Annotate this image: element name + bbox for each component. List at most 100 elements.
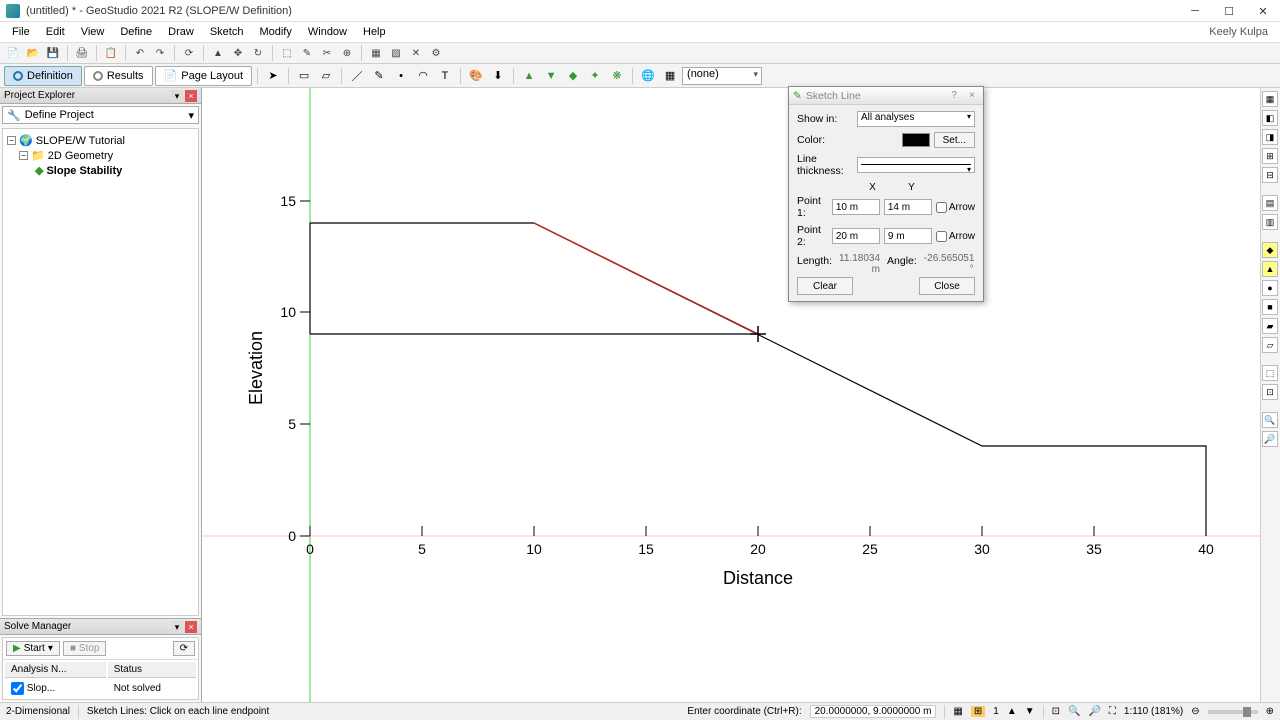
sketch-line-dialog[interactable]: ✎ Sketch Line ? × Show in: All analyses … <box>788 86 984 302</box>
menu-modify[interactable]: Modify <box>251 24 299 40</box>
rt-6-icon[interactable]: ▤ <box>1262 195 1278 211</box>
menu-draw[interactable]: Draw <box>160 24 202 40</box>
tool-f-icon[interactable]: ▨ <box>387 44 405 62</box>
tab-definition[interactable]: Definition <box>4 66 82 86</box>
set-color-button[interactable]: Set... <box>934 132 975 148</box>
point-tool-icon[interactable]: • <box>391 66 411 86</box>
tool-e-icon[interactable]: ▦ <box>367 44 385 62</box>
point1-arrow-check[interactable]: Arrow <box>936 202 975 213</box>
pin-icon[interactable]: ▾ <box>171 90 183 102</box>
rt-7-icon[interactable]: ▥ <box>1262 214 1278 230</box>
text-tool-icon[interactable]: T <box>435 66 455 86</box>
zoom-slider[interactable] <box>1208 710 1258 714</box>
line-tool-icon[interactable]: ／ <box>347 66 367 86</box>
green4-icon[interactable]: ✦ <box>585 66 605 86</box>
rt-13-icon[interactable]: ▱ <box>1262 337 1278 353</box>
refresh-solve-icon[interactable]: ⟳ <box>173 641 195 656</box>
show-in-select[interactable]: All analyses <box>857 111 975 127</box>
tree-geometry[interactable]: −📁 2D Geometry <box>7 148 194 163</box>
green5-icon[interactable]: ❋ <box>607 66 627 86</box>
pin-icon[interactable]: ▾ <box>171 621 183 633</box>
point2-x-input[interactable] <box>832 228 880 244</box>
green1-icon[interactable]: ▲ <box>519 66 539 86</box>
bc-tool-icon[interactable]: ⬇ <box>488 66 508 86</box>
point2-arrow-check[interactable]: Arrow <box>936 231 975 242</box>
zoom-in-icon[interactable]: 🔍 <box>1068 706 1080 717</box>
rt-8-icon[interactable]: ◆ <box>1262 242 1278 258</box>
rt-14-icon[interactable]: ⬚ <box>1262 365 1278 381</box>
menu-edit[interactable]: Edit <box>38 24 73 40</box>
maximize-button[interactable]: ☐ <box>1212 0 1246 22</box>
globe-icon[interactable]: 🌐 <box>638 66 658 86</box>
point2-y-input[interactable] <box>884 228 932 244</box>
drawing-canvas[interactable]: 0 5 10 15 Elevation 0 5 10 15 20 25 30 3… <box>202 88 1260 702</box>
print-icon[interactable]: 🖨 <box>73 44 91 62</box>
zoom-fit-icon[interactable]: ⊡ <box>1052 706 1060 717</box>
rt-9-icon[interactable]: ▲ <box>1262 261 1278 277</box>
snap-icon[interactable]: ⊞ <box>971 706 985 717</box>
tool-d-icon[interactable]: ⊕ <box>338 44 356 62</box>
pointer-icon[interactable]: ▲ <box>209 44 227 62</box>
menu-view[interactable]: View <box>73 24 113 40</box>
zoom-minus-icon[interactable]: ⊖ <box>1191 706 1199 717</box>
cursor-tool-icon[interactable]: ➤ <box>263 66 283 86</box>
page-up-icon[interactable]: ▲ <box>1007 706 1017 717</box>
close-button[interactable]: ✕ <box>1246 0 1280 22</box>
menu-define[interactable]: Define <box>112 24 160 40</box>
tree-root[interactable]: −🌍 SLOPE/W Tutorial <box>7 133 194 148</box>
tab-results[interactable]: Results <box>84 66 153 86</box>
zoom-extents-icon[interactable]: ⛶ <box>1109 706 1116 717</box>
green3-icon[interactable]: ◆ <box>563 66 583 86</box>
misc-icon[interactable]: ▦ <box>660 66 680 86</box>
rt-16-icon[interactable]: 🔍 <box>1262 412 1278 428</box>
close-panel-icon[interactable]: × <box>185 90 197 102</box>
tool-b-icon[interactable]: ✎ <box>298 44 316 62</box>
dialog-titlebar[interactable]: ✎ Sketch Line ? × <box>789 87 983 105</box>
rt-4-icon[interactable]: ⊞ <box>1262 148 1278 164</box>
layer-combo[interactable]: (none) <box>682 67 762 85</box>
tool-g-icon[interactable]: ✕ <box>407 44 425 62</box>
rt-1-icon[interactable]: ▦ <box>1262 91 1278 107</box>
grid-icon[interactable]: ▦ <box>953 706 962 717</box>
thickness-select[interactable] <box>857 157 975 173</box>
rt-10-icon[interactable]: ● <box>1262 280 1278 296</box>
dialog-close-icon[interactable]: × <box>965 90 979 101</box>
menu-sketch[interactable]: Sketch <box>202 24 252 40</box>
page-down-icon[interactable]: ▼ <box>1025 706 1035 717</box>
tool-c-icon[interactable]: ✂ <box>318 44 336 62</box>
redo-icon[interactable]: ↷ <box>151 44 169 62</box>
green2-icon[interactable]: ▼ <box>541 66 561 86</box>
material-tool-icon[interactable]: 🎨 <box>466 66 486 86</box>
menu-window[interactable]: Window <box>300 24 355 40</box>
new-icon[interactable]: 📄 <box>4 44 22 62</box>
project-tree[interactable]: −🌍 SLOPE/W Tutorial −📁 2D Geometry ◆ Slo… <box>2 128 199 616</box>
tab-page-layout[interactable]: 📄Page Layout <box>155 66 252 86</box>
help-icon[interactable]: ? <box>947 90 961 101</box>
copy-icon[interactable]: 📋 <box>102 44 120 62</box>
stop-button[interactable]: ■Stop <box>63 641 107 656</box>
menu-help[interactable]: Help <box>355 24 394 40</box>
rt-11-icon[interactable]: ■ <box>1262 299 1278 315</box>
point1-x-input[interactable] <box>832 199 880 215</box>
refresh-icon[interactable]: ⟳ <box>180 44 198 62</box>
define-project-button[interactable]: 🔧 Define Project ▾ <box>2 106 199 124</box>
region-tool-icon[interactable]: ▭ <box>294 66 314 86</box>
solve-row[interactable]: Slop... Not solved <box>5 680 196 697</box>
rotate-icon[interactable]: ↻ <box>249 44 267 62</box>
undo-icon[interactable]: ↶ <box>131 44 149 62</box>
start-button[interactable]: ▶Start▾ <box>6 641 60 656</box>
rt-2-icon[interactable]: ◧ <box>1262 110 1278 126</box>
minimize-button[interactable]: ─ <box>1178 0 1212 22</box>
save-icon[interactable]: 💾 <box>44 44 62 62</box>
arc-tool-icon[interactable]: ◠ <box>413 66 433 86</box>
poly-tool-icon[interactable]: ▱ <box>316 66 336 86</box>
pencil-tool-icon[interactable]: ✎ <box>369 66 389 86</box>
zoom-plus-icon[interactable]: ⊕ <box>1266 706 1274 717</box>
clear-button[interactable]: Clear <box>797 277 853 295</box>
open-icon[interactable]: 📂 <box>24 44 42 62</box>
tree-slope-stability[interactable]: ◆ Slope Stability <box>7 163 194 178</box>
tool-a-icon[interactable]: ⬚ <box>278 44 296 62</box>
zoom-out-icon[interactable]: 🔎 <box>1088 706 1100 717</box>
rt-5-icon[interactable]: ⊟ <box>1262 167 1278 183</box>
rt-3-icon[interactable]: ◨ <box>1262 129 1278 145</box>
